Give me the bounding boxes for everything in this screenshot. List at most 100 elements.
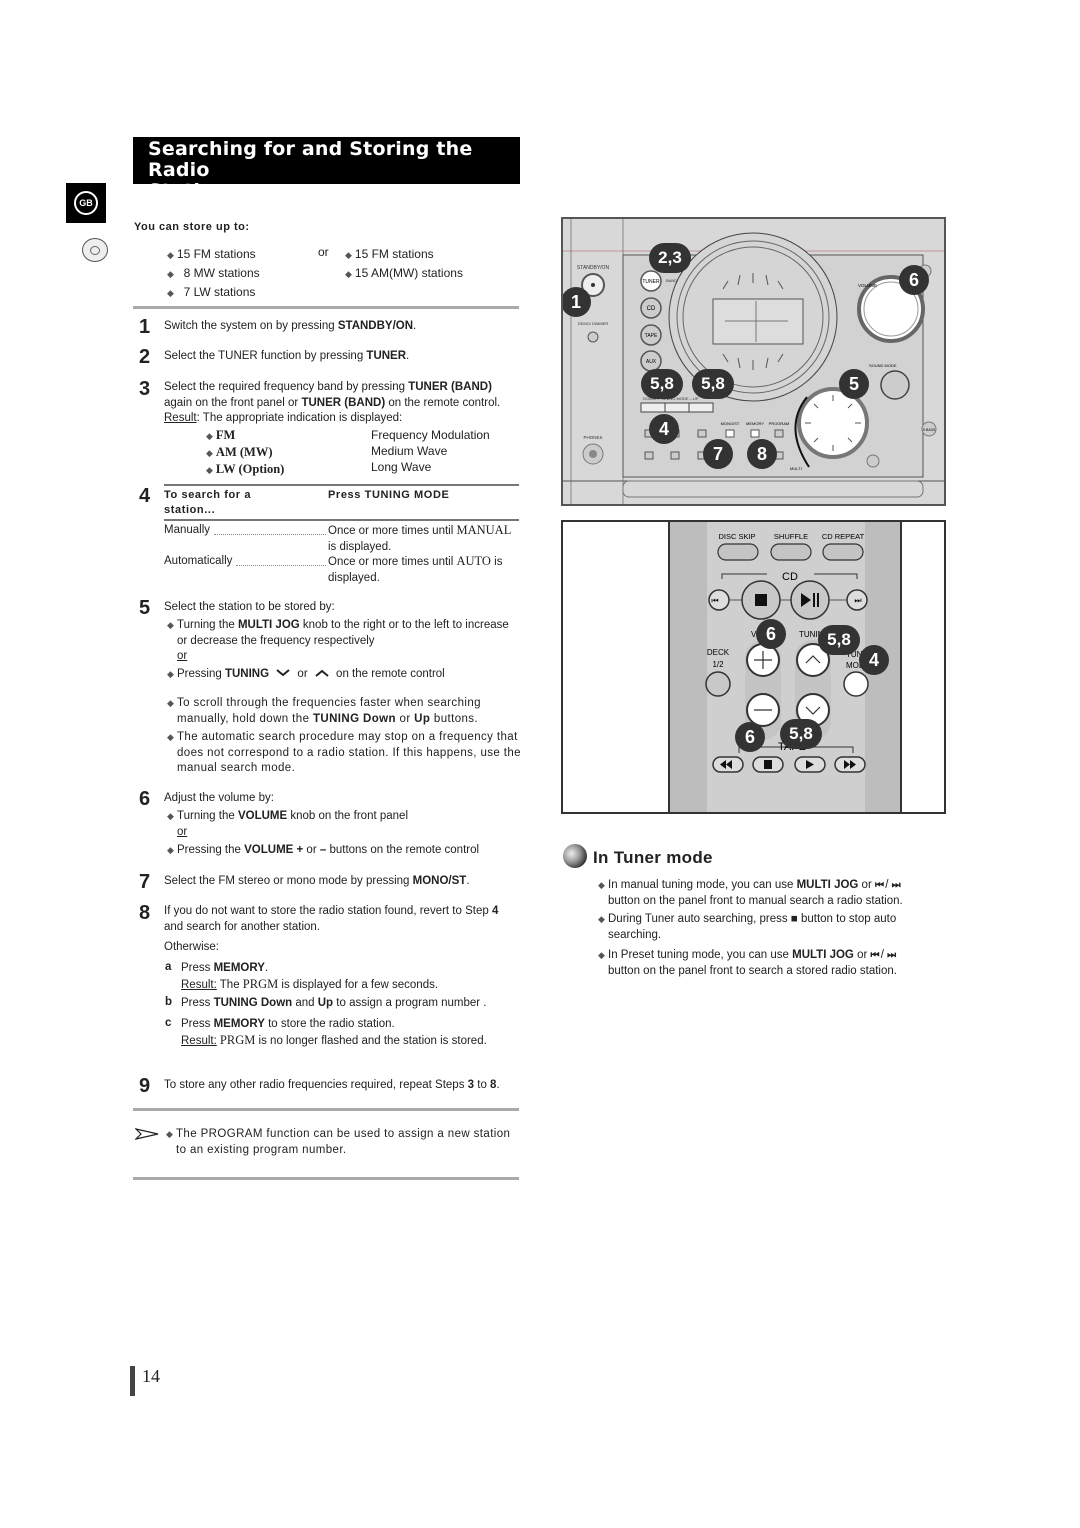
band-names: Frequency Modulation Medium Wave Long Wa…	[371, 428, 490, 474]
step-number: 1	[139, 316, 151, 338]
title-line-1: Searching for and Storing the Radio	[148, 138, 473, 181]
label-mono: MONO/ST	[721, 421, 740, 426]
tuner-mode-bullet: ◆ In manual tuning mode, you can use MUL…	[598, 879, 903, 907]
step-7-text: Select the FM stereo or mono mode by pre…	[164, 875, 470, 887]
table-cell-manual-desc: Once or more times until MANUAL is displ…	[328, 523, 512, 553]
skip-forward-icon: ⏭	[891, 880, 901, 891]
label-phones: PHONES	[583, 435, 602, 440]
label-volume: VOLUME	[858, 283, 877, 288]
page-number: 14	[142, 1366, 160, 1386]
label-demo: DEMO/ DIMMER	[578, 321, 609, 326]
diamond-bullet-icon: ◆	[345, 250, 352, 260]
callout: 8	[747, 439, 777, 469]
page-title: Searching for and Storing the Radio Stat…	[133, 137, 520, 202]
divider	[133, 1177, 519, 1180]
step-number: 6	[139, 788, 151, 810]
callout: 7	[703, 439, 733, 469]
sub-step-b: Press TUNING Down and Up to assign a pro…	[181, 997, 487, 1009]
step-6-intro: Adjust the volume by:	[164, 792, 274, 804]
table-cell-manually: Manually	[164, 524, 211, 536]
callout: 4	[649, 414, 679, 444]
tuner-mode-bullet: ◆ In Preset tuning mode, you can use MUL…	[598, 949, 897, 977]
step-number: 7	[139, 871, 151, 893]
label-multi: MULTI	[790, 466, 802, 471]
step-8-text: If you do not want to store the radio st…	[164, 905, 499, 933]
table-cell-auto-desc: Once or more times until AUTO is display…	[328, 554, 503, 584]
store-item: ◆ 7 LW stations	[167, 285, 256, 299]
step-2-text: Select the TUNER function by pressing TU…	[164, 350, 410, 362]
label-aux: AUX	[646, 359, 657, 365]
leader-dots	[236, 565, 326, 566]
gb-badge: GB	[74, 191, 98, 215]
label-cd: CD	[782, 571, 798, 583]
table-header-press: Press TUNING MODE	[328, 489, 450, 501]
front-panel-illustration: STANDBY/ON DEMO/ DIMMER PHONES TUNER CD …	[561, 217, 946, 506]
table-cell-automatically: Automatically	[164, 555, 233, 567]
sub-step-a: Press MEMORY. Result: The PRGM is displa…	[181, 962, 439, 991]
band-codes: ◆ FM ◆ AM (MW) ◆ LW (Option)	[206, 428, 285, 476]
store-list-right: ◆ 15 FM stations ◆ 15 AM(MW) stations	[345, 245, 463, 283]
step-5-bullet: ◆ Pressing TUNING or on the remote contr…	[167, 668, 445, 680]
leader-dots	[214, 534, 326, 535]
step-number: 4	[139, 485, 151, 507]
diamond-bullet-icon: ◆	[167, 288, 174, 298]
page-number-bar	[130, 1366, 135, 1396]
label-memory: MEMORY	[746, 421, 764, 426]
section-title: In Tuner mode	[593, 848, 713, 867]
diamond-bullet-icon: ◆	[167, 269, 174, 279]
tuning-mode-button	[843, 671, 869, 697]
svg-text:⏮: ⏮	[711, 596, 718, 605]
sub-step-c: Press MEMORY to store the radio station.…	[181, 1018, 487, 1047]
svg-text:⏭: ⏭	[854, 596, 861, 605]
label-band: BAND	[666, 278, 677, 283]
step-number: 5	[139, 597, 151, 619]
label-deck-sub: 1/2	[712, 660, 724, 669]
chevron-up-icon	[315, 669, 329, 677]
callout: 6	[899, 265, 929, 295]
callout: 5,8	[818, 625, 860, 655]
step-number: 2	[139, 346, 151, 368]
callout: 6	[756, 619, 786, 649]
sub-step-letter: b	[165, 996, 173, 1008]
section-bullet-icon	[563, 844, 587, 868]
step-1-text: Switch the system on by pressing STANDBY…	[164, 320, 417, 332]
label-sound-mode: SOUND MODE	[869, 363, 897, 368]
label-cd: CD	[647, 306, 656, 312]
or-label: or	[318, 245, 329, 259]
label-tape: TAPE	[645, 333, 658, 339]
table-top-rule	[164, 484, 519, 486]
table-header-search: To search for a station...	[164, 489, 252, 516]
label-disc-skip: DISC SKIP	[718, 532, 755, 541]
remote-illustration: DISC SKIP SHUFFLE CD REPEAT CD ⏮ ⏭ VOL T…	[561, 520, 946, 814]
callout: 1	[563, 287, 591, 317]
step-5-bullet: ◆ The automatic search procedure may sto…	[167, 731, 521, 774]
divider	[133, 306, 519, 309]
store-list-left: ◆ 15 FM stations ◆ 8 MW stations ◆ 7 LW s…	[167, 245, 260, 302]
skip-back-icon: ⏮	[874, 880, 884, 891]
callout: 5,8	[692, 369, 734, 399]
tuner-mode-bullet: ◆ During Tuner auto searching, press ■ b…	[598, 913, 897, 941]
callout: 2,3	[649, 243, 691, 273]
chevron-down-icon	[276, 669, 290, 677]
sub-step-letter: a	[165, 961, 172, 973]
note-text: ◆ The PROGRAM function can be used to as…	[166, 1128, 511, 1156]
label-tuner: TUNER	[642, 279, 660, 285]
callout: 5,8	[641, 369, 683, 399]
callout: 4	[859, 645, 889, 675]
step-3-text: Select the required frequency band by pr…	[164, 381, 501, 424]
divider	[133, 1108, 519, 1111]
step-9-text: To store any other radio frequencies req…	[164, 1079, 500, 1091]
callout: 6	[735, 722, 765, 752]
step-number: 3	[139, 378, 151, 400]
deck-button	[705, 671, 731, 697]
step-number: 8	[139, 902, 151, 924]
label-bass: S.BASS	[923, 428, 936, 432]
sub-step-letter: c	[165, 1017, 172, 1029]
store-item: ◆ 8 MW stations	[167, 266, 260, 280]
step-number: 9	[139, 1075, 151, 1097]
stop-icon: ■	[790, 913, 798, 925]
table-header-rule	[164, 519, 519, 521]
step-5-bullet: ◆ Turning the MULTI JOG knob to the righ…	[167, 619, 509, 662]
title-line-2: Stations	[148, 180, 239, 202]
diamond-bullet-icon: ◆	[167, 250, 174, 260]
